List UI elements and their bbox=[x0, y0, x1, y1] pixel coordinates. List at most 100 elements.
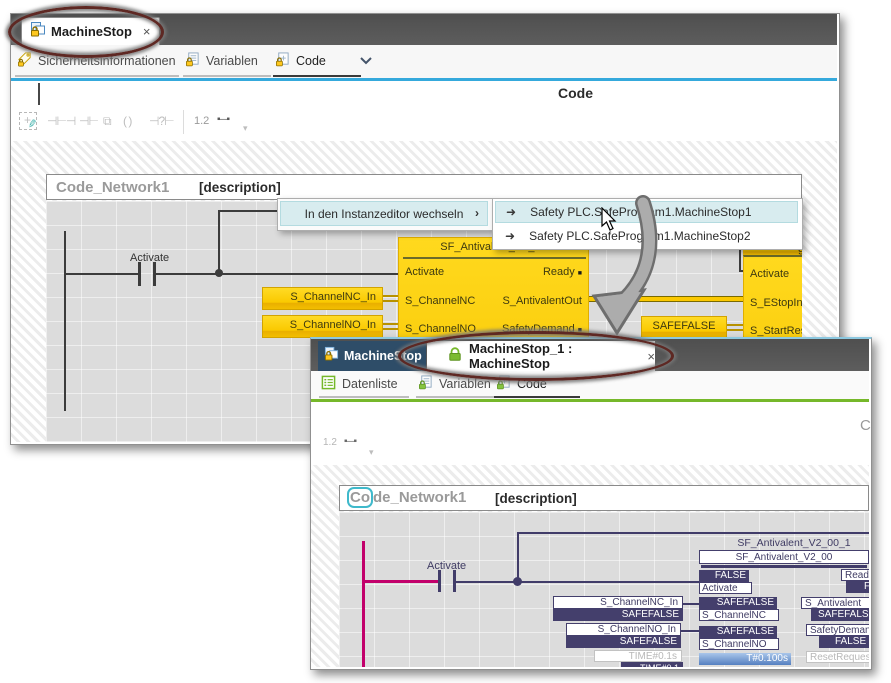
heading-row: Code bbox=[11, 81, 837, 105]
fb-output-name: Ready bbox=[841, 569, 869, 581]
fb-output-value: FALSE bbox=[819, 636, 869, 648]
fb-output-label: S_AntivalentOut bbox=[503, 295, 583, 307]
cursor-pointer bbox=[601, 207, 619, 233]
fb-input-label: S_ChannelNO bbox=[405, 323, 476, 335]
line-width-icon[interactable]: ▪—▪ bbox=[344, 436, 355, 447]
rename-highlight[interactable]: Co bbox=[347, 487, 373, 508]
wire bbox=[156, 273, 398, 275]
coil-icon[interactable]: ( ) bbox=[123, 114, 131, 128]
contact-bar bbox=[138, 262, 141, 286]
screenshot-stage: MachineStop × Sicherheitsinformationen bbox=[0, 0, 891, 683]
fb-output-name: SafetyDemand bbox=[806, 624, 869, 636]
dropdown-arrow-icon[interactable]: ▾ bbox=[369, 447, 374, 458]
network-description[interactable]: [description] bbox=[199, 180, 281, 195]
fb-output-name-disabled: ResetRequest bbox=[806, 651, 869, 663]
line-width-icon[interactable]: ▪—▪ bbox=[217, 114, 228, 125]
editor-surface: Code_Network1 [description] Activate S_C… bbox=[311, 465, 869, 667]
operand-box[interactable]: S_ChannelNO_In bbox=[262, 315, 383, 338]
fb-input-value: SAFEFALSE bbox=[699, 626, 777, 638]
fb-input-value: FALSE bbox=[699, 570, 749, 582]
annotation-ellipse-tab2 bbox=[398, 331, 674, 381]
tab-variablen[interactable]: Variablen bbox=[183, 49, 271, 77]
fb-instance-name: SF_Antivalent_V2_00_1 bbox=[719, 537, 869, 549]
wire bbox=[683, 603, 699, 605]
list-green-icon bbox=[321, 375, 336, 393]
tab-label: Variablen bbox=[206, 54, 258, 68]
operand-connector bbox=[383, 323, 398, 330]
fb-output-value: SAFEFALSE bbox=[811, 609, 869, 621]
operand-value: SAFEFALSE bbox=[566, 636, 681, 648]
doc-lock-green-icon bbox=[418, 375, 433, 393]
fb-title[interactable]: SF_Antivalent_V2_00 bbox=[699, 550, 869, 564]
contact-label[interactable]: Activate bbox=[427, 560, 466, 572]
operand-connector bbox=[383, 295, 398, 302]
fb-input-label: S_ChannelNC bbox=[405, 295, 475, 307]
instance-editor-window: MachineStop MachineStop_1 : MachineStop … bbox=[310, 337, 872, 670]
toolbar-separator bbox=[183, 110, 184, 134]
wire bbox=[362, 580, 438, 583]
dropdown-arrow-icon[interactable]: ▾ bbox=[243, 123, 248, 134]
operand-value: TIME#0.1 bbox=[621, 662, 683, 667]
fb-input-value-time: T#0.100s bbox=[699, 653, 791, 665]
comparator-icon[interactable]: ⊣?⊢ bbox=[149, 114, 174, 128]
contact-label[interactable]: Activate bbox=[130, 252, 169, 264]
fb-input-label: S_StartReset bbox=[750, 325, 802, 337]
fb-input-name: Activate bbox=[699, 582, 752, 594]
tab-label: Datenliste bbox=[342, 377, 398, 391]
context-menu: In den Instanzeditor wechseln › bbox=[277, 198, 493, 231]
zoom-level: 1.2 bbox=[323, 437, 337, 448]
fbd-toolbar: + ✎ ⊣⊢⊣ ⊣⊢ ⧉ ( ) ⊣?⊢ 1.2 ▪—▪ ▾ bbox=[11, 105, 837, 141]
network-title: Code_Network1 bbox=[56, 179, 169, 196]
fb-input-label: S_EStopIn bbox=[750, 297, 802, 309]
contact-pair-icon[interactable]: ⊣⊢⊣ bbox=[47, 114, 75, 128]
network-description[interactable]: [description] bbox=[495, 491, 577, 506]
fbd-grid[interactable]: Activate S_ChannelNC_In SAFEFALSE S_Chan… bbox=[339, 512, 869, 667]
view-heading-fragment: C bbox=[860, 417, 871, 434]
menu-item-instanzeditor[interactable]: In den Instanzeditor wechseln › bbox=[280, 201, 488, 226]
network-header[interactable]: Code_Network1 [description] bbox=[46, 174, 802, 200]
add-network-icon[interactable]: + ✎ bbox=[19, 112, 37, 130]
operand-value: SAFEFALSE bbox=[553, 609, 683, 621]
tag-lock-icon bbox=[17, 52, 32, 70]
goto-arrow-icon: ➜ bbox=[506, 205, 516, 219]
operand-name[interactable]: S_ChannelNC_In bbox=[553, 596, 683, 609]
doc-lock-yellow-icon bbox=[275, 52, 290, 70]
fb-output-name: S_Antivalent bbox=[801, 597, 869, 609]
accent-line-green bbox=[311, 399, 869, 402]
fb-input-label: Activate bbox=[750, 268, 789, 280]
wire bbox=[64, 273, 140, 275]
fb-input-label: Activate bbox=[405, 266, 444, 278]
goto-arrow-icon: ➜ bbox=[505, 229, 515, 243]
submenu-arrow-icon: › bbox=[475, 206, 479, 220]
contact-bar bbox=[438, 570, 441, 592]
panel-divider bbox=[38, 83, 40, 105]
function-block-icon[interactable]: ⧉ bbox=[103, 114, 111, 129]
fb-title-underline bbox=[403, 257, 586, 259]
chevron-down-icon[interactable] bbox=[359, 53, 373, 71]
zoom-level: 1.2 bbox=[194, 115, 209, 127]
operand-name-disabled[interactable]: TIME#0.1s bbox=[594, 650, 682, 662]
wire bbox=[681, 630, 699, 632]
tab-datenliste[interactable]: Datenliste bbox=[319, 372, 409, 398]
contact-icon[interactable]: ⊣⊢ bbox=[79, 114, 98, 128]
annotation-arrow bbox=[575, 195, 685, 345]
wire bbox=[517, 532, 519, 582]
wire bbox=[218, 210, 220, 273]
fb-input-name: S_ChannelNO bbox=[699, 638, 779, 650]
fb-title-bar bbox=[701, 565, 867, 568]
operand-box[interactable]: S_ChannelNC_In bbox=[262, 287, 383, 310]
tab-label: Code bbox=[296, 54, 326, 68]
annotation-ellipse-tab1 bbox=[8, 6, 164, 58]
fb-input-name: S_ChannelNC bbox=[699, 609, 779, 621]
view-heading: Code bbox=[558, 85, 593, 101]
contact-bar bbox=[153, 262, 156, 286]
doc-lock-yellow-icon bbox=[324, 346, 339, 366]
power-rail bbox=[362, 541, 365, 667]
tab-code[interactable]: Code bbox=[273, 49, 361, 77]
operand-name[interactable]: S_ChannelNO_In bbox=[566, 623, 681, 636]
doc-lock-yellow-icon bbox=[185, 52, 200, 70]
wire bbox=[517, 532, 869, 534]
wire bbox=[456, 581, 699, 583]
fb-input-value: SAFEFALSE bbox=[699, 597, 777, 609]
network-header[interactable]: Code_Network1 [description] bbox=[339, 485, 869, 511]
